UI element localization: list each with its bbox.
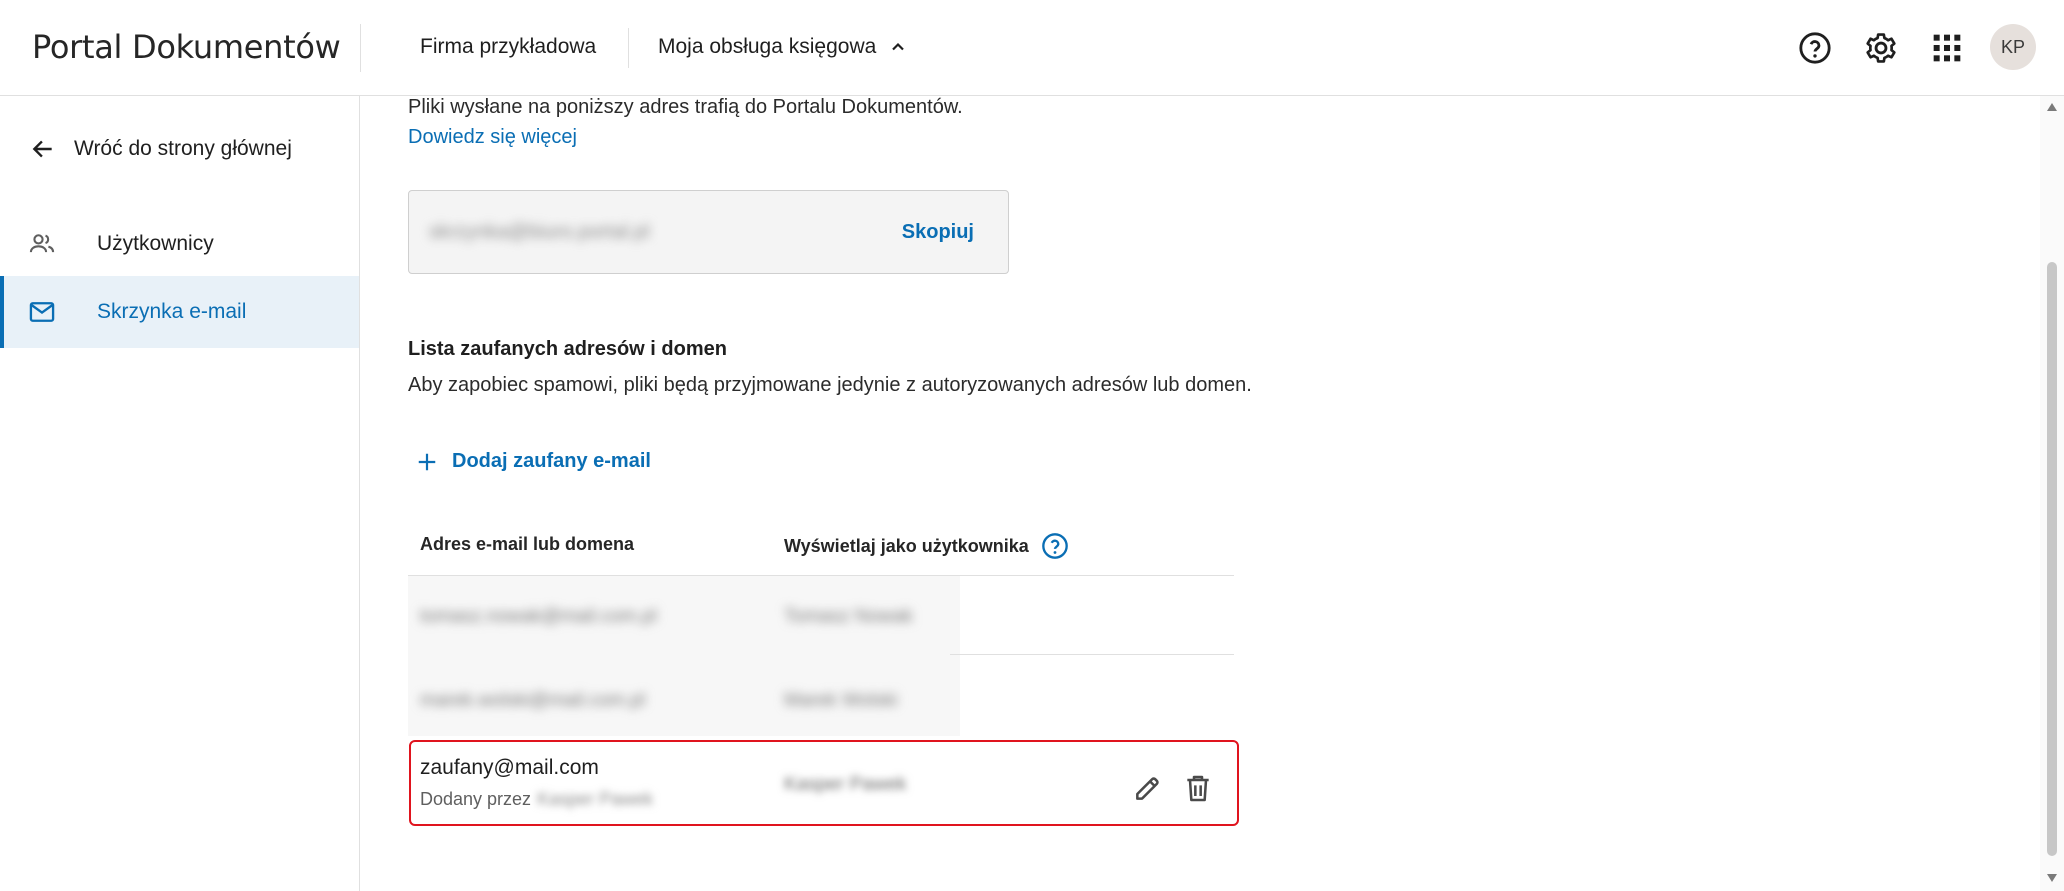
service-label: Moja obsługa księgowa <box>658 35 877 58</box>
sidebar-item-mailbox[interactable]: Skrzynka e-mail <box>0 276 359 348</box>
service-dropdown[interactable]: Moja obsługa księgowa <box>658 35 908 59</box>
chevron-up-icon <box>892 42 905 51</box>
added-by-text: Dodany przez Kasper Pawek <box>420 789 653 810</box>
scroll-down-arrow-icon[interactable] <box>2046 873 2058 883</box>
back-to-home-link[interactable]: Wróć do strony głównej <box>30 136 292 162</box>
help-icon[interactable] <box>1795 28 1835 68</box>
scroll-up-arrow-icon[interactable] <box>2046 102 2058 112</box>
arrow-left-icon <box>32 140 52 158</box>
delete-trash-icon[interactable] <box>1182 772 1214 804</box>
top-bar: Portal Dokumentów Firma przykładowa Moja… <box>0 0 2064 96</box>
row-email: zaufany@mail.com <box>420 756 599 779</box>
edit-pencil-icon[interactable] <box>1132 772 1164 804</box>
scrollbar-thumb[interactable] <box>2047 262 2057 856</box>
added-by-prefix: Dodany przez <box>420 789 532 809</box>
back-label: Wróć do strony głównej <box>74 137 292 160</box>
divider <box>360 24 361 72</box>
company-name[interactable]: Firma przykładowa <box>420 35 596 59</box>
app-title: Portal Dokumentów <box>32 28 341 66</box>
vertical-scrollbar[interactable] <box>2040 96 2064 891</box>
row-user: Kasper Pawek <box>784 774 907 795</box>
user-avatar[interactable]: KP <box>1990 24 2036 70</box>
highlight-layer: zaufany@mail.com Dodany przez Kasper Pawe… <box>360 96 2040 891</box>
sidebar-item-label: Użytkownicy <box>97 232 214 255</box>
added-by-name: Kasper Pawek <box>537 789 654 809</box>
divider <box>628 28 629 68</box>
mail-icon <box>29 302 55 322</box>
sidebar-item-label: Skrzynka e-mail <box>97 300 247 323</box>
settings-gear-icon[interactable] <box>1861 28 1901 68</box>
users-icon <box>29 234 55 253</box>
sidebar: Wróć do strony głównej Użytkownicy Skrzy… <box>0 96 360 891</box>
sidebar-item-users[interactable]: Użytkownicy <box>0 208 359 280</box>
apps-grid-icon[interactable] <box>1927 28 1967 68</box>
